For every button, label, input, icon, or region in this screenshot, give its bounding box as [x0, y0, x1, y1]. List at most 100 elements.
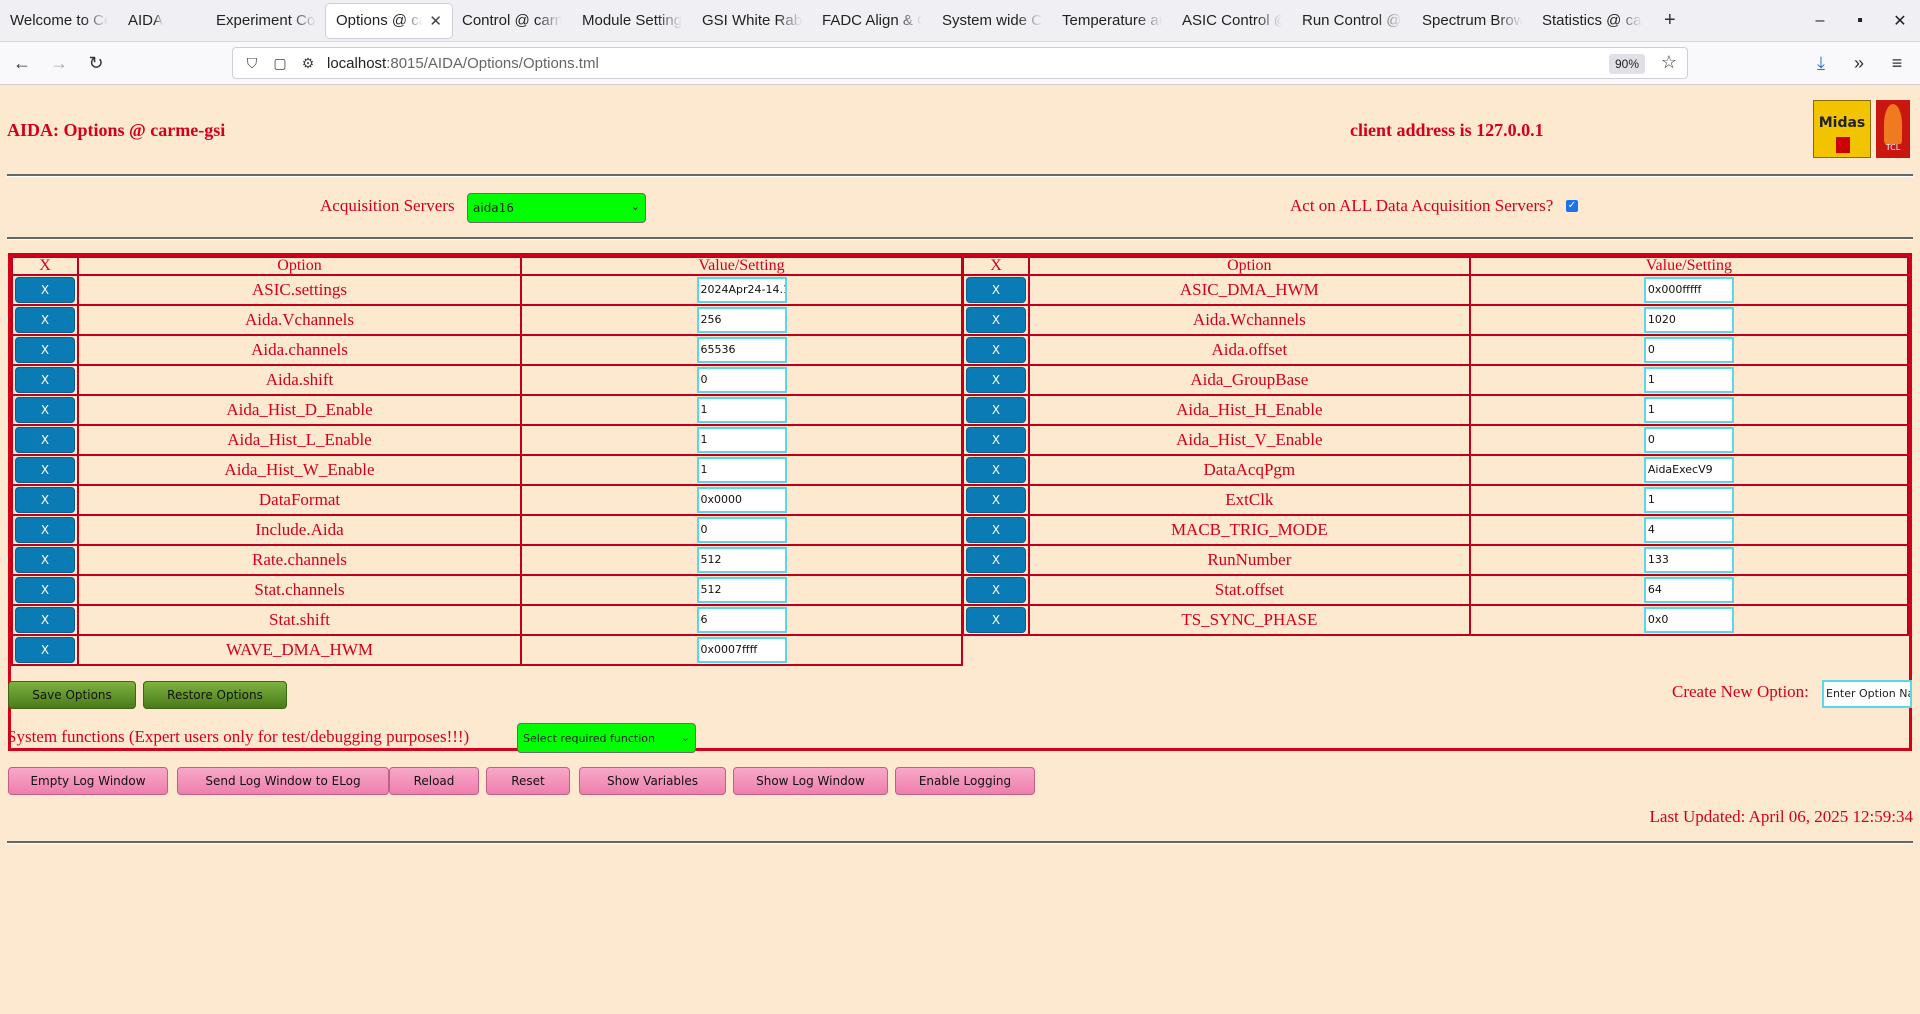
tab-strip: Welcome to Ce AIDA Experiment Con Options @…	[0, 0, 1688, 42]
option-value-input[interactable]: 1	[696, 427, 787, 453]
option-value-input[interactable]: 133	[1643, 547, 1734, 573]
browser-tab[interactable]: Statistics @ car	[1532, 4, 1652, 38]
option-value-input[interactable]: 1	[1643, 487, 1734, 513]
delete-option-button[interactable]: X	[15, 277, 75, 303]
delete-option-button[interactable]: X	[15, 427, 75, 453]
option-value-input[interactable]: 0	[1643, 427, 1734, 453]
option-value-input[interactable]: 0x0	[1643, 607, 1734, 633]
option-value-cell: 2024Apr24-14.1	[520, 274, 963, 306]
delete-option-button[interactable]: X	[15, 637, 75, 663]
acquisition-servers-select[interactable]: aida16 ⌄	[467, 193, 646, 223]
delete-option-button[interactable]: X	[965, 457, 1026, 483]
browser-tab[interactable]: System wide Ch	[932, 4, 1052, 38]
delete-option-button[interactable]: X	[15, 397, 75, 423]
delete-option-button[interactable]: X	[965, 367, 1026, 393]
nav-right-controls: ⤓ » ≡	[1806, 42, 1920, 85]
option-value-input[interactable]: 4	[1643, 517, 1734, 543]
show-log-window-button[interactable]: Show Log Window	[733, 767, 888, 795]
browser-tab[interactable]: Experiment Con	[206, 4, 326, 38]
reload-page-button[interactable]: Reload	[389, 767, 479, 795]
downloads-icon[interactable]: ⤓	[1806, 49, 1836, 79]
browser-tab[interactable]: FADC Align & C	[812, 4, 932, 38]
minimize-button[interactable]: –	[1800, 12, 1840, 30]
option-value-input[interactable]: 1	[1643, 397, 1734, 423]
option-value-input[interactable]: 0	[696, 367, 787, 393]
enable-logging-button[interactable]: Enable Logging	[895, 767, 1035, 795]
maximize-button[interactable]: ▪	[1840, 12, 1880, 30]
option-value-input[interactable]: 0x000fffff	[1643, 277, 1734, 303]
delete-option-button[interactable]: X	[965, 487, 1026, 513]
close-tab-icon[interactable]: ✕	[429, 12, 442, 30]
new-tab-button[interactable]: +	[1652, 9, 1688, 32]
browser-tab[interactable]: Spectrum Brow	[1412, 4, 1532, 38]
act-all-checkbox[interactable]: ✓	[1566, 200, 1578, 212]
overflow-chevron-icon[interactable]: »	[1844, 49, 1874, 79]
delete-option-button[interactable]: X	[15, 607, 75, 633]
delete-option-button[interactable]: X	[965, 607, 1026, 633]
delete-option-button[interactable]: X	[965, 337, 1026, 363]
browser-tab[interactable]: AIDA	[118, 4, 206, 38]
url-text[interactable]: localhost:8015/AIDA/Options/Options.tml	[327, 55, 599, 72]
reset-button[interactable]: Reset	[486, 767, 570, 795]
save-options-button[interactable]: Save Options	[8, 681, 136, 709]
shield-icon[interactable]: ⛉	[243, 55, 261, 72]
option-value-input[interactable]: AidaExecV9	[1643, 457, 1734, 483]
option-value-input[interactable]: 512	[696, 547, 787, 573]
option-value-input[interactable]: 1	[696, 397, 787, 423]
browser-tab[interactable]: Options @ ca ✕	[326, 3, 452, 38]
option-value-input[interactable]: 64	[1643, 577, 1734, 603]
option-value-input[interactable]: 0	[696, 517, 787, 543]
option-value-input[interactable]: 1	[1643, 367, 1734, 393]
option-value-input[interactable]: 1020	[1643, 307, 1734, 333]
option-value-input[interactable]: 1	[696, 457, 787, 483]
option-value-input[interactable]: 0x0007ffff	[696, 637, 787, 663]
send-log-to-elog-button[interactable]: Send Log Window to ELog	[177, 767, 389, 795]
delete-option-button[interactable]: X	[15, 577, 75, 603]
delete-option-button[interactable]: X	[15, 367, 75, 393]
delete-option-button[interactable]: X	[965, 307, 1026, 333]
show-variables-button[interactable]: Show Variables	[579, 767, 726, 795]
delete-option-button[interactable]: X	[15, 517, 75, 543]
zoom-level-badge[interactable]: 90%	[1608, 54, 1645, 74]
url-bar[interactable]: ⛉ ▢ ⚙ localhost:8015/AIDA/Options/Option…	[232, 47, 1688, 79]
browser-tab[interactable]: Temperature an	[1052, 4, 1172, 38]
option-value-input[interactable]: 6	[696, 607, 787, 633]
empty-log-window-button[interactable]: Empty Log Window	[8, 767, 168, 795]
option-value-input[interactable]: 512	[696, 577, 787, 603]
reload-button[interactable]: ↻	[81, 48, 111, 78]
delete-option-button[interactable]: X	[15, 337, 75, 363]
close-window-button[interactable]: ✕	[1880, 11, 1920, 31]
back-button[interactable]: ←	[7, 48, 37, 78]
create-new-option-input[interactable]: Enter Option Na	[1822, 680, 1912, 708]
delete-option-button[interactable]: X	[965, 397, 1026, 423]
browser-tab[interactable]: Control @ carm	[452, 4, 572, 38]
page-info-icon[interactable]: ▢	[271, 55, 289, 72]
system-function-select[interactable]: Select required function ⌄	[517, 723, 696, 753]
forward-button[interactable]: →	[44, 48, 74, 78]
delete-option-button[interactable]: X	[965, 277, 1026, 303]
delete-option-button[interactable]: X	[15, 307, 75, 333]
hamburger-menu-icon[interactable]: ≡	[1882, 49, 1912, 79]
option-value-input[interactable]: 2024Apr24-14.1	[696, 277, 787, 303]
delete-option-button[interactable]: X	[965, 577, 1026, 603]
browser-tab[interactable]: Module Settings	[572, 4, 692, 38]
restore-options-button[interactable]: Restore Options	[143, 681, 287, 709]
delete-option-button[interactable]: X	[15, 457, 75, 483]
option-value-input[interactable]: 256	[696, 307, 787, 333]
permissions-icon[interactable]: ⚙	[299, 55, 317, 72]
browser-tab[interactable]: GSI White Rabb	[692, 4, 812, 38]
delete-option-button[interactable]: X	[965, 517, 1026, 543]
browser-tab[interactable]: Welcome to Ce	[0, 4, 118, 38]
delete-option-button[interactable]: X	[15, 487, 75, 513]
option-value-input[interactable]: 65536	[696, 337, 787, 363]
delete-option-button[interactable]: X	[965, 547, 1026, 573]
option-value-input[interactable]: 0	[1643, 337, 1734, 363]
browser-tab[interactable]: Run Control @ c	[1292, 4, 1412, 38]
delete-cell: X	[962, 604, 1030, 636]
delete-option-button[interactable]: X	[15, 547, 75, 573]
delete-option-button[interactable]: X	[965, 427, 1026, 453]
table-row: X ASIC_DMA_HWM 0x000fffff	[962, 274, 1910, 306]
browser-tab[interactable]: ASIC Control @	[1172, 4, 1292, 38]
option-value-input[interactable]: 0x0000	[696, 487, 787, 513]
bookmark-star-icon[interactable]: ☆	[1661, 52, 1677, 73]
